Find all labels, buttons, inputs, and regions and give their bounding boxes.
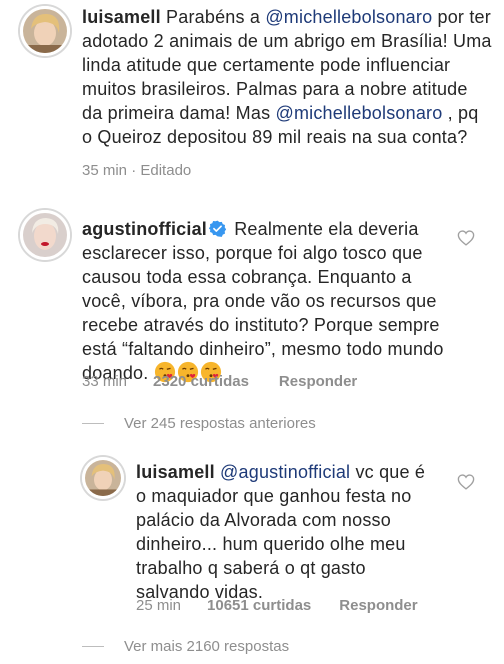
comment-body: vc que é o maquiador que ganhou festa no… <box>136 462 426 602</box>
user-photo <box>23 213 67 257</box>
timestamp: 35 min <box>82 162 128 179</box>
user-photo <box>85 460 121 496</box>
mention-link[interactable]: @agustinofficial <box>220 462 350 482</box>
comment-text: luisamell Parabéns a @michellebolsonaro … <box>82 5 492 149</box>
comment-username[interactable]: luisamell <box>82 7 161 27</box>
comment-text-segment: Parabéns a <box>166 7 266 27</box>
divider-line <box>82 423 104 424</box>
meta-separator: · <box>127 162 141 179</box>
reply-button[interactable]: Responder <box>279 373 357 390</box>
timestamp: 33 min <box>82 373 128 390</box>
comment-meta: 33 min 2320 curtidas Responder <box>82 373 357 390</box>
user-photo <box>23 9 67 53</box>
mention-link[interactable]: @michellebolsonaro <box>275 103 442 123</box>
view-previous-replies-label: Ver 245 respostas anteriores <box>124 415 316 432</box>
comment-text: luisamell @agustinofficial vc que é o ma… <box>136 460 436 604</box>
comment-text: agustinofficial Realmente ela deveria es… <box>82 217 452 385</box>
avatar[interactable] <box>82 457 124 499</box>
avatar[interactable] <box>20 210 70 260</box>
like-heart-icon[interactable] <box>457 230 475 246</box>
divider-line <box>82 646 104 647</box>
verified-badge-icon <box>209 220 227 237</box>
likes-count[interactable]: 2320 curtidas <box>153 373 249 390</box>
comment-username[interactable]: agustinofficial <box>82 219 207 239</box>
mention-link[interactable]: @michellebolsonaro <box>265 7 432 27</box>
comment-body: Parabéns a @michellebolsonaro por ter ad… <box>82 7 492 147</box>
like-heart-icon[interactable] <box>457 474 475 490</box>
edited-label: Editado <box>140 162 192 179</box>
comment-meta: 35 min · Editado <box>82 162 191 179</box>
comment-body: Realmente ela deveria esclarecer isso, p… <box>82 219 444 383</box>
view-more-replies-label: Ver mais 2160 respostas <box>124 638 290 655</box>
likes-count[interactable]: 10651 curtidas <box>207 597 311 614</box>
comment-username[interactable]: luisamell <box>136 462 215 482</box>
view-previous-replies-button[interactable]: Ver 245 respostas anteriores <box>82 415 316 432</box>
timestamp: 25 min <box>136 597 182 614</box>
comment-meta: 25 min 10651 curtidas Responder <box>136 597 418 614</box>
view-more-replies-button[interactable]: Ver mais 2160 respostas <box>82 638 289 655</box>
avatar[interactable] <box>20 6 70 56</box>
reply-button[interactable]: Responder <box>339 597 417 614</box>
